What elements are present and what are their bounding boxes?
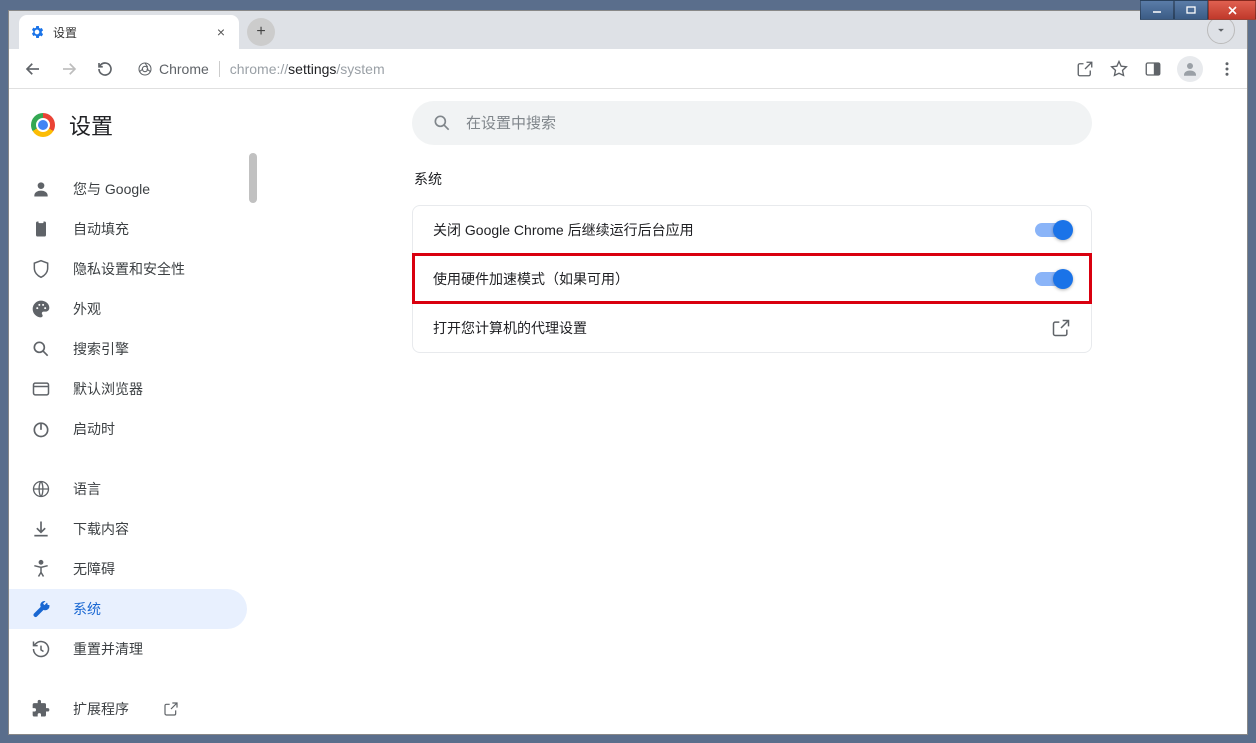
search-icon	[31, 339, 51, 359]
external-link-icon	[163, 701, 179, 717]
sidebar-item-default-browser[interactable]: 默认浏览器	[9, 369, 247, 409]
external-link-icon	[1051, 318, 1071, 338]
sidebar-item-downloads[interactable]: 下载内容	[9, 509, 247, 549]
sidebar-item-label: 自动填充	[73, 219, 129, 239]
person-icon	[31, 179, 51, 199]
sidebar-item-label: 语言	[73, 479, 101, 499]
settings-title: 设置	[69, 109, 113, 141]
nav-reload-button[interactable]	[91, 55, 119, 83]
system-settings-card: 关闭 Google Chrome 后继续运行后台应用 使用硬件加速模式（如果可用…	[412, 205, 1092, 353]
side-panel-icon[interactable]	[1143, 59, 1163, 79]
sidebar-item-label: 搜索引擎	[73, 339, 129, 359]
window-maximize-button[interactable]	[1174, 0, 1208, 20]
sidebar-item-you-and-google[interactable]: 您与 Google	[9, 169, 247, 209]
browser-icon	[31, 379, 51, 399]
sidebar-item-label: 您与 Google	[73, 179, 150, 199]
settings-search-input[interactable]	[466, 115, 1072, 132]
sidebar-item-label: 无障碍	[73, 559, 115, 579]
settings-sidebar: 设置 您与 Google 自动填充 隐私设置和安全性 外观	[9, 89, 257, 734]
share-icon[interactable]	[1075, 59, 1095, 79]
profile-avatar-button[interactable]	[1177, 56, 1203, 82]
row-proxy-settings[interactable]: 打开您计算机的代理设置	[413, 303, 1091, 352]
clipboard-icon	[31, 219, 51, 239]
url-text: chrome://settings/system	[230, 61, 385, 77]
settings-search-box[interactable]	[412, 101, 1092, 145]
settings-main: 系统 关闭 Google Chrome 后继续运行后台应用 使用硬件加速模式（如…	[257, 89, 1247, 734]
row-label: 打开您计算机的代理设置	[433, 318, 1051, 338]
sidebar-item-search-engine[interactable]: 搜索引擎	[9, 329, 247, 369]
sidebar-item-label: 扩展程序	[73, 699, 129, 719]
sidebar-item-autofill[interactable]: 自动填充	[9, 209, 247, 249]
sidebar-item-languages[interactable]: 语言	[9, 469, 247, 509]
sidebar-item-about-chrome[interactable]: 关于 Chrome	[9, 729, 247, 734]
nav-forward-button[interactable]	[55, 55, 83, 83]
kebab-menu-icon[interactable]	[1217, 59, 1237, 79]
accessibility-icon	[31, 559, 51, 579]
omnibox-divider	[219, 61, 220, 77]
wrench-icon	[31, 599, 51, 619]
sidebar-item-on-startup[interactable]: 启动时	[9, 409, 247, 449]
search-icon	[432, 113, 452, 133]
sidebar-scrollbar[interactable]	[249, 153, 257, 203]
chrome-logo-icon	[31, 113, 55, 137]
sidebar-item-label: 下载内容	[73, 519, 129, 539]
row-background-apps: 关闭 Google Chrome 后继续运行后台应用	[413, 206, 1091, 254]
tab-title: 设置	[53, 24, 77, 41]
sidebar-item-extensions[interactable]: 扩展程序	[9, 689, 247, 729]
sidebar-item-label: 重置并清理	[73, 639, 143, 659]
palette-icon	[31, 299, 51, 319]
toggle-background-apps[interactable]	[1035, 223, 1071, 237]
restore-icon	[31, 639, 51, 659]
shield-icon	[31, 259, 51, 279]
tab-strip: 设置 × +	[9, 11, 1247, 49]
sidebar-item-label: 外观	[73, 299, 101, 319]
window-minimize-button[interactable]	[1140, 0, 1174, 20]
new-tab-button[interactable]: +	[247, 18, 275, 46]
address-bar[interactable]: Chrome chrome://settings/system	[137, 61, 385, 77]
tab-search-button[interactable]	[1207, 16, 1235, 44]
browser-toolbar: Chrome chrome://settings/system	[9, 49, 1247, 89]
tab-close-button[interactable]: ×	[213, 24, 229, 40]
section-title-system: 系统	[412, 169, 1092, 189]
sidebar-item-accessibility[interactable]: 无障碍	[9, 549, 247, 589]
sidebar-item-label: 默认浏览器	[73, 379, 143, 399]
extensions-icon	[31, 699, 51, 719]
download-icon	[31, 519, 51, 539]
site-label: Chrome	[159, 61, 209, 77]
chrome-site-icon	[137, 61, 153, 77]
sidebar-item-appearance[interactable]: 外观	[9, 289, 247, 329]
gear-icon	[29, 24, 45, 40]
sidebar-item-reset[interactable]: 重置并清理	[9, 629, 247, 669]
row-hardware-acceleration: 使用硬件加速模式（如果可用）	[413, 254, 1091, 303]
window-close-button[interactable]	[1208, 0, 1256, 20]
sidebar-item-label: 隐私设置和安全性	[73, 259, 185, 279]
bookmark-star-icon[interactable]	[1109, 59, 1129, 79]
browser-tab-settings[interactable]: 设置 ×	[19, 15, 239, 49]
sidebar-item-label: 系统	[73, 599, 101, 619]
sidebar-item-system[interactable]: 系统	[9, 589, 247, 629]
row-label: 关闭 Google Chrome 后继续运行后台应用	[433, 220, 1035, 240]
globe-icon	[31, 479, 51, 499]
power-icon	[31, 419, 51, 439]
row-label: 使用硬件加速模式（如果可用）	[433, 269, 1035, 289]
toggle-hardware-acceleration[interactable]	[1035, 272, 1071, 286]
nav-back-button[interactable]	[19, 55, 47, 83]
sidebar-item-privacy[interactable]: 隐私设置和安全性	[9, 249, 247, 289]
sidebar-item-label: 启动时	[73, 419, 115, 439]
